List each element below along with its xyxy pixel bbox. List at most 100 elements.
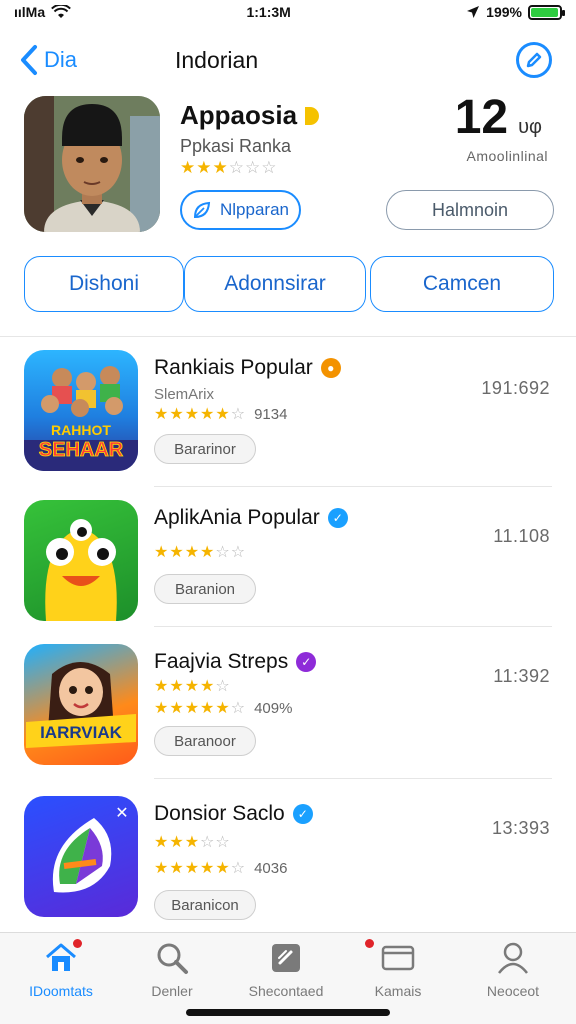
- status-right: 199%: [466, 4, 565, 20]
- rating-stars: ★★★★★☆: [154, 406, 247, 423]
- bookmark-icon: [269, 941, 303, 975]
- home-indicator: [186, 1009, 390, 1016]
- back-button[interactable]: Dia: [18, 44, 77, 76]
- hero-secondary-button[interactable]: Halmnoin: [386, 190, 554, 230]
- cartoon-girl-illustration: IARRVIAK: [26, 662, 136, 748]
- rating-stars: ★★★★★☆: [154, 860, 247, 877]
- rating-count: 4036: [254, 859, 288, 877]
- item-rating: ★★★★★☆ 9134: [154, 404, 287, 424]
- item-subtitle: SlemArix: [154, 386, 215, 403]
- divider: [0, 336, 576, 337]
- segment-3[interactable]: Camcen: [370, 256, 554, 312]
- get-button[interactable]: Bararinor: [154, 434, 256, 464]
- hero-count-label: Amoolinlinal: [466, 148, 548, 164]
- app-icon-donsior: ✕: [24, 796, 138, 917]
- item-title: Donsior Saclo ✓: [154, 802, 313, 826]
- leaf-icon: [193, 201, 211, 219]
- page-title: Indorian: [175, 46, 259, 73]
- segment-control: Dishoni Adonnsirar Camcen: [24, 256, 554, 312]
- tab-home[interactable]: IDoomtats: [6, 939, 116, 1001]
- battery-icon: [527, 4, 565, 20]
- tab-label: Neoceot: [486, 983, 540, 999]
- tab-label: Kamais: [374, 983, 422, 999]
- location-arrow-icon: [467, 6, 480, 18]
- status-bar: ıılMa 1:1:3M 199%: [0, 0, 576, 24]
- hero-title: Appaosia: [180, 100, 320, 131]
- list-item[interactable]: AplikAnia Popular ✓ ★★★★☆☆ Baranion 11.1…: [0, 500, 576, 640]
- divider: [154, 486, 552, 487]
- hero-count-unit: υφ: [518, 116, 542, 138]
- tab-search[interactable]: Denler: [117, 941, 227, 1001]
- verified-badge-icon: ✓: [327, 508, 348, 528]
- tab-label: Shecontaed: [248, 983, 324, 999]
- battery-fill: [530, 7, 558, 17]
- item-title-text: Rankiais Popular: [154, 356, 313, 379]
- item-title-text: AplikAnia Popular: [154, 506, 320, 529]
- item-value: 13:393: [491, 818, 550, 838]
- item-value: 11.108: [493, 526, 550, 546]
- status-left: ıılMa: [14, 4, 72, 20]
- back-label: Dia: [44, 47, 78, 72]
- icon-caption: IARRVIAK: [40, 723, 123, 742]
- get-button[interactable]: Baranoor: [154, 726, 256, 756]
- icon-caption-top: RAHHOT: [51, 422, 111, 438]
- hero-count: 12 υφ: [455, 90, 542, 145]
- item-title-text: Faajvia Streps: [154, 650, 289, 673]
- hero-section: Appaosia Ppkasi Ranka ★★★☆☆☆ 12 υφ Amool…: [24, 91, 554, 236]
- pencil-icon: [526, 52, 542, 68]
- badge-icon: ●: [320, 358, 341, 378]
- item-rating: ★★★★★☆ 409%: [154, 698, 292, 718]
- item-title: Rankiais Popular ●: [154, 356, 341, 380]
- close-icon: ✕: [115, 805, 128, 822]
- item-title-text: Donsior Saclo: [154, 802, 285, 825]
- item-title: Faajvia Streps ✓: [154, 650, 317, 674]
- item-rating-secondary: ★★★☆☆: [154, 832, 231, 852]
- list-item[interactable]: IARRVIAK Faajvia Streps ✓ ★★★★☆ ★★★★★☆ 4…: [0, 644, 576, 784]
- item-value: 191:692: [481, 378, 550, 398]
- card-icon: [365, 939, 415, 975]
- monster-illustration: [45, 519, 117, 621]
- abstract-logo: ✕: [52, 805, 129, 893]
- group-illustration: RAHHOT SEHAAR: [24, 366, 138, 471]
- carrier-label: ıılMa: [14, 4, 46, 20]
- list-item[interactable]: ✕ Donsior Saclo ✓ ★★★☆☆ ★★★★★☆ 4036 Bara…: [0, 796, 576, 936]
- segment-2[interactable]: Adonnsirar: [184, 256, 366, 312]
- avatar-portrait: [24, 96, 160, 232]
- home-icon: [44, 939, 82, 975]
- wifi-icon: [51, 5, 72, 18]
- item-value: 11:392: [493, 666, 550, 686]
- hero-rating-stars: ★★★☆☆☆: [180, 158, 278, 177]
- get-button[interactable]: Baranicon: [154, 890, 256, 920]
- list-item[interactable]: RAHHOT SEHAAR Rankiais Popular ● SlemAri…: [0, 350, 576, 490]
- edit-button[interactable]: [516, 42, 552, 78]
- tab-label: Denler: [151, 983, 193, 999]
- navigation-bar: Dia Indorian: [0, 30, 576, 90]
- divider: [154, 778, 552, 779]
- rating-count: 9134: [254, 405, 288, 423]
- app-icon-faajvia: IARRVIAK: [24, 644, 138, 765]
- divider: [154, 626, 552, 627]
- hero-subtitle: Ppkasi Ranka: [180, 136, 292, 156]
- app-icon-rankiais: RAHHOT SEHAAR: [24, 350, 138, 471]
- item-title: AplikAnia Popular ✓: [154, 506, 348, 530]
- tab-bar: IDoomtats Denler Shecontaed Kamais Neoce…: [0, 932, 576, 1024]
- profile-icon: [496, 941, 530, 975]
- segment-1[interactable]: Dishoni: [24, 256, 184, 312]
- rating-stars: ★★★★☆: [154, 678, 231, 695]
- tab-profile[interactable]: Neoceot: [458, 941, 568, 1001]
- tab-cards[interactable]: Kamais: [343, 939, 453, 1001]
- tab-label: IDoomtats: [29, 983, 93, 999]
- hero-primary-button[interactable]: Nlpparan: [180, 190, 301, 230]
- rating-stars: ★★★★★☆: [154, 700, 247, 717]
- hero-primary-label: Nlpparan: [220, 200, 289, 219]
- item-rating-secondary: ★★★★☆: [154, 676, 231, 696]
- search-icon: [155, 941, 189, 975]
- chevron-left-icon: [21, 45, 37, 75]
- get-button[interactable]: Baranion: [154, 574, 256, 604]
- rating-stars: ★★★☆☆: [154, 834, 231, 851]
- icon-caption: SEHAAR: [39, 439, 124, 461]
- item-rating: ★★★★★☆ 4036: [154, 858, 287, 878]
- tab-saved[interactable]: Shecontaed: [231, 941, 341, 1001]
- moon-icon: [305, 106, 320, 125]
- badge-icon: ✓: [296, 652, 317, 672]
